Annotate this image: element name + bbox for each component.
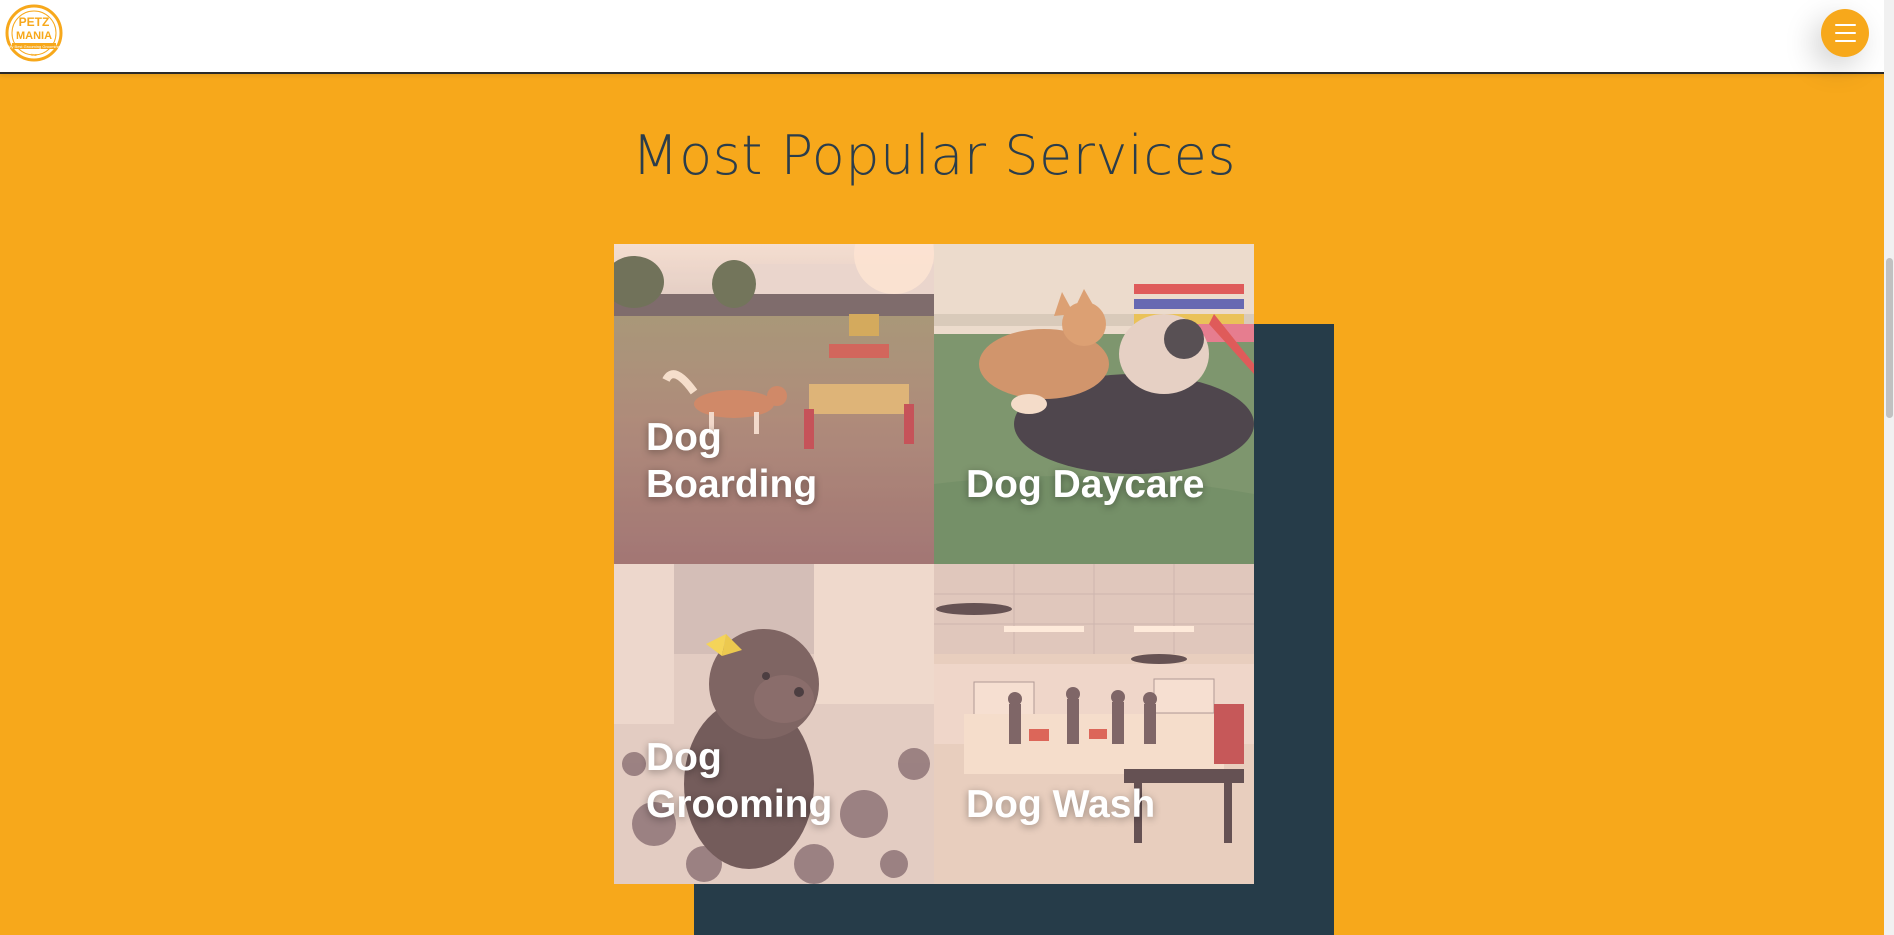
service-tile-dog-wash[interactable]: Dog Wash bbox=[934, 564, 1254, 884]
service-tile-dog-boarding[interactable]: Dog Boarding bbox=[614, 244, 934, 564]
site-header: PETZ MANIA My Best Grooming Grooming Inc bbox=[0, 0, 1884, 74]
menu-button[interactable] bbox=[1821, 9, 1869, 57]
section-title: Most Popular Services bbox=[632, 124, 1236, 187]
svg-text:Inc: Inc bbox=[31, 52, 36, 57]
petz-mania-logo[interactable]: PETZ MANIA My Best Grooming Grooming Inc bbox=[2, 4, 66, 62]
svg-text:MANIA: MANIA bbox=[16, 30, 52, 42]
service-label: Dog Grooming bbox=[646, 736, 833, 826]
svg-text:My Best Grooming Grooming: My Best Grooming Grooming bbox=[8, 44, 60, 49]
popular-services-section: Most Popular Services Dog Boarding Dog D… bbox=[0, 74, 1884, 935]
service-tile-dog-grooming[interactable]: Dog Grooming bbox=[614, 564, 934, 884]
hamburger-menu-icon bbox=[1835, 24, 1856, 26]
logo-badge-icon: PETZ MANIA My Best Grooming Grooming Inc bbox=[5, 4, 63, 62]
service-label: Dog Daycare bbox=[966, 463, 1205, 506]
svg-text:PETZ: PETZ bbox=[19, 15, 50, 29]
service-tile-dog-daycare[interactable]: Dog Daycare bbox=[934, 244, 1254, 564]
scrollbar-thumb[interactable] bbox=[1886, 258, 1893, 418]
service-label: Dog Boarding bbox=[646, 416, 818, 506]
service-label: Dog Wash bbox=[966, 783, 1156, 826]
page-scrollbar[interactable] bbox=[1884, 0, 1894, 935]
